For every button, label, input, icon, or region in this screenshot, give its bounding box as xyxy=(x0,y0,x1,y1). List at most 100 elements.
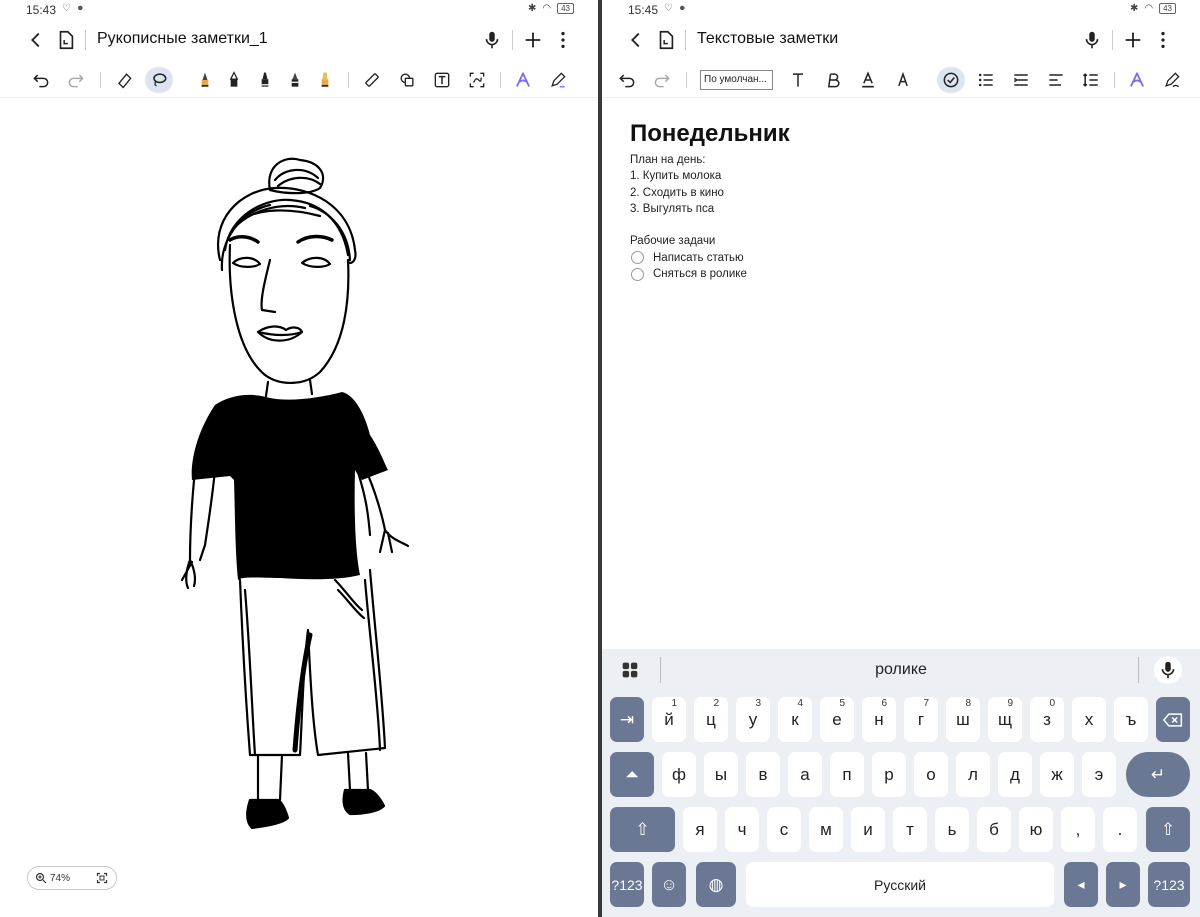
numbers-key[interactable]: ?123 xyxy=(610,862,644,907)
key-я[interactable]: я xyxy=(683,807,717,852)
shift-key[interactable]: ⇧ xyxy=(610,807,675,852)
microphone-icon[interactable] xyxy=(478,26,506,54)
ballpoint-pen-icon[interactable] xyxy=(251,67,279,93)
fountain-pen-icon[interactable] xyxy=(220,67,248,93)
task-checkbox[interactable] xyxy=(631,267,644,281)
voice-input-icon[interactable] xyxy=(1154,656,1182,684)
more-options-icon[interactable] xyxy=(549,26,577,54)
note-heading[interactable]: Понедельник xyxy=(630,120,790,148)
key-н[interactable]: н6 xyxy=(862,697,896,742)
brush-pen-icon[interactable] xyxy=(281,67,309,93)
space-bar[interactable]: Русский xyxy=(746,862,1054,907)
key-ц[interactable]: ц2 xyxy=(694,697,728,742)
key-ж[interactable]: ж xyxy=(1040,752,1074,797)
emoji-key[interactable]: ☺ xyxy=(652,862,686,907)
handwriting-convert-icon[interactable] xyxy=(463,67,491,93)
key-ч[interactable]: ч xyxy=(725,807,759,852)
fit-to-screen-icon[interactable] xyxy=(88,872,116,884)
zoom-level-button[interactable]: 74% xyxy=(28,872,88,884)
bold-icon[interactable] xyxy=(819,67,847,93)
key-е[interactable]: е5 xyxy=(820,697,854,742)
list-item[interactable]: 1. Купить молока xyxy=(630,168,790,184)
word-suggestion[interactable]: ролике xyxy=(662,661,1140,679)
key-period[interactable]: . xyxy=(1103,807,1137,852)
checklist-icon[interactable] xyxy=(937,67,965,93)
line-spacing-icon[interactable] xyxy=(1077,67,1105,93)
ruler-icon[interactable] xyxy=(358,67,386,93)
key-м[interactable]: м xyxy=(809,807,843,852)
document-icon[interactable] xyxy=(652,26,680,54)
pencil-tool-icon[interactable] xyxy=(191,67,219,93)
tab-key[interactable]: ⇥ xyxy=(610,697,644,742)
key-в[interactable]: в xyxy=(746,752,780,797)
shapes-icon[interactable] xyxy=(393,67,421,93)
ai-assistant-icon[interactable] xyxy=(1123,67,1151,93)
key-б[interactable]: б xyxy=(977,807,1011,852)
numbers-key-right[interactable]: ?123 xyxy=(1148,862,1190,907)
lasso-icon[interactable] xyxy=(145,67,173,93)
document-icon[interactable] xyxy=(52,26,80,54)
cursor-left-key[interactable]: ◂ xyxy=(1064,862,1098,907)
key-у[interactable]: у3 xyxy=(736,697,770,742)
key-и[interactable]: и xyxy=(851,807,885,852)
highlight-color-icon[interactable] xyxy=(889,67,917,93)
more-options-icon[interactable] xyxy=(1149,26,1177,54)
align-left-icon[interactable] xyxy=(1042,67,1070,93)
key-ю[interactable]: ю xyxy=(1019,807,1053,852)
note-title[interactable]: Рукописные заметки_1 xyxy=(97,30,268,48)
back-arrow-icon[interactable] xyxy=(22,26,50,54)
key-х[interactable]: х xyxy=(1072,697,1106,742)
redo-icon[interactable] xyxy=(648,67,676,93)
key-а[interactable]: а xyxy=(788,752,822,797)
key-ы[interactable]: ы xyxy=(704,752,738,797)
bullet-list-icon[interactable] xyxy=(972,67,1000,93)
microphone-icon[interactable] xyxy=(1078,26,1106,54)
key-ъ[interactable]: ъ xyxy=(1114,697,1148,742)
list-item[interactable]: 2. Сходить в кино xyxy=(630,185,790,201)
caps-lock-key[interactable]: ⏶ xyxy=(610,752,654,797)
key-т[interactable]: т xyxy=(893,807,927,852)
plan-label[interactable]: План на день: xyxy=(630,152,790,168)
redo-icon[interactable] xyxy=(62,67,90,93)
task-text[interactable]: Написать статью xyxy=(653,252,744,264)
undo-icon[interactable] xyxy=(613,67,641,93)
key-с[interactable]: с xyxy=(767,807,801,852)
note-title[interactable]: Текстовые заметки xyxy=(697,30,838,48)
backspace-key[interactable] xyxy=(1156,697,1190,742)
eraser-icon[interactable] xyxy=(110,67,138,93)
font-style-select[interactable]: По умолчан... xyxy=(700,70,773,90)
plus-icon[interactable] xyxy=(519,26,547,54)
key-л[interactable]: л xyxy=(956,752,990,797)
key-щ[interactable]: щ9 xyxy=(988,697,1022,742)
section-label[interactable]: Рабочие задачи xyxy=(630,233,790,249)
task-checkbox[interactable] xyxy=(631,251,644,265)
enter-key[interactable]: ↵ xyxy=(1126,752,1190,797)
pen-settings-icon[interactable] xyxy=(544,67,572,93)
list-item[interactable]: 3. Выгулять пса xyxy=(630,201,790,217)
highlighter-icon[interactable] xyxy=(311,67,339,93)
key-о[interactable]: о xyxy=(914,752,948,797)
cursor-right-key[interactable]: ▸ xyxy=(1106,862,1140,907)
key-ш[interactable]: ш8 xyxy=(946,697,980,742)
key-д[interactable]: д xyxy=(998,752,1032,797)
task-text[interactable]: Сняться в ролике xyxy=(653,268,747,280)
back-arrow-icon[interactable] xyxy=(622,26,650,54)
handwriting-mode-icon[interactable] xyxy=(1158,67,1186,93)
key-й[interactable]: й1 xyxy=(652,697,686,742)
plus-icon[interactable] xyxy=(1119,26,1147,54)
key-ь[interactable]: ь xyxy=(935,807,969,852)
key-comma[interactable]: , xyxy=(1061,807,1095,852)
key-ф[interactable]: ф xyxy=(662,752,696,797)
shift-key-right[interactable]: ⇧ xyxy=(1146,807,1190,852)
apps-grid-icon[interactable] xyxy=(616,656,644,684)
key-з[interactable]: з0 xyxy=(1030,697,1064,742)
key-к[interactable]: к4 xyxy=(778,697,812,742)
indent-icon[interactable] xyxy=(1007,67,1035,93)
text-color-icon[interactable] xyxy=(854,67,882,93)
ai-assistant-icon[interactable] xyxy=(509,67,537,93)
key-п[interactable]: п xyxy=(830,752,864,797)
key-г[interactable]: г7 xyxy=(904,697,938,742)
note-body[interactable]: Понедельник План на день: 1. Купить моло… xyxy=(630,120,790,282)
text-size-icon[interactable] xyxy=(784,67,812,93)
key-э[interactable]: э xyxy=(1082,752,1116,797)
